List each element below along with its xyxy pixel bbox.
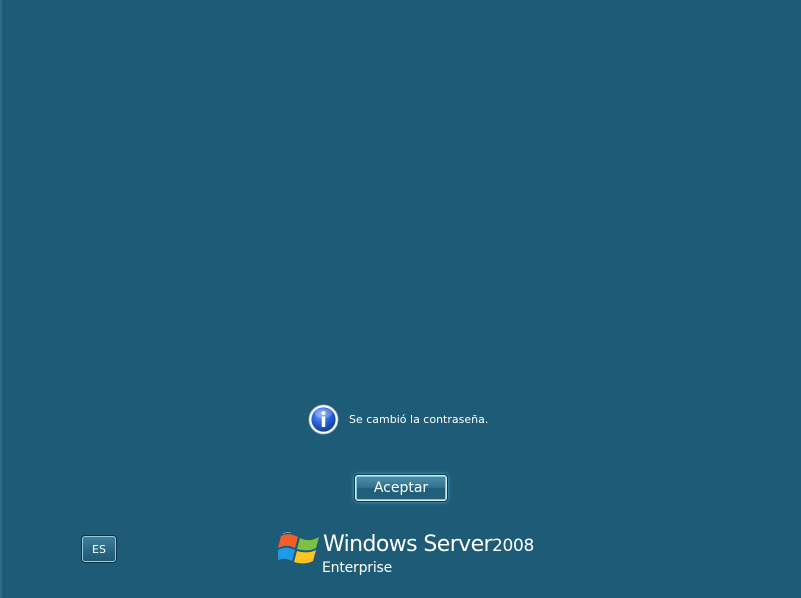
brand-name: Windows Server2008 (323, 532, 534, 557)
brand-edition: Enterprise (322, 560, 393, 576)
language-button[interactable]: ES (82, 536, 116, 562)
brand-windows: Windows (323, 532, 418, 557)
windows-flag-icon (278, 532, 319, 564)
screen-edge (0, 0, 2, 598)
brand-year: 2008 (491, 536, 535, 556)
brand-server: Server (423, 532, 492, 557)
status-message: Se cambió la contraseña. (308, 403, 488, 435)
message-text: Se cambió la contraseña. (349, 412, 489, 426)
info-icon (308, 404, 339, 434)
windows-server-logo: Windows Server2008 Enterprise (278, 523, 538, 583)
ok-button[interactable]: Aceptar (355, 475, 447, 501)
